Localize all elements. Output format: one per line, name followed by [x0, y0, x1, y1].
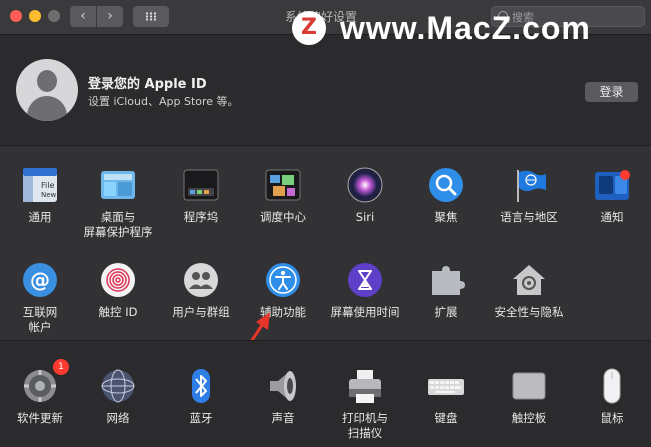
- pane-extensions[interactable]: 扩展: [406, 261, 486, 320]
- title-bar: ‹ › 系统偏好设置 搜索: [0, 0, 651, 35]
- apple-id-subtitle: 设置 iCloud、App Store 等。: [88, 95, 239, 108]
- avatar[interactable]: [16, 59, 78, 121]
- pane-general[interactable]: File New 通用: [0, 166, 80, 225]
- pane-trackpad[interactable]: 触控板: [489, 367, 569, 426]
- pane-label: 语言与地区: [500, 210, 558, 224]
- pane-label: 程序坞: [183, 210, 219, 224]
- language-region-icon: [510, 166, 548, 204]
- pane-dock[interactable]: 程序坞: [161, 166, 241, 225]
- pane-screen-time[interactable]: 屏幕使用时间: [325, 261, 405, 320]
- show-all-button[interactable]: [133, 6, 169, 27]
- search-input[interactable]: 搜索: [491, 6, 645, 27]
- chevron-left-icon: ‹: [80, 8, 86, 24]
- pane-label: Siri: [355, 210, 375, 224]
- pane-notifications[interactable]: 通知: [572, 166, 651, 225]
- apple-id-title[interactable]: 登录您的 Apple ID: [88, 73, 207, 92]
- touch-id-icon: [99, 261, 137, 299]
- pane-label: 桌面与 屏幕保护程序: [83, 210, 153, 239]
- personal-preferences-section: File New 通用 桌面与 屏幕保护程序 程序坞 调度中心 Siri 聚焦 …: [0, 145, 651, 370]
- spotlight-icon: [427, 166, 465, 204]
- sound-icon: [264, 367, 302, 405]
- pane-label: 屏幕使用时间: [330, 305, 400, 319]
- account-section: 登录您的 Apple ID 设置 iCloud、App Store 等。 登录: [0, 35, 651, 145]
- avatar-head-shape: [37, 70, 57, 92]
- trackpad-icon: [510, 367, 548, 405]
- pane-label: 聚焦: [434, 210, 458, 224]
- users-groups-icon: [182, 261, 220, 299]
- dock-icon: [182, 166, 220, 204]
- pane-label: 声音: [271, 411, 295, 425]
- pane-desktop-screensaver[interactable]: 桌面与 屏幕保护程序: [78, 166, 158, 240]
- pane-label: 软件更新: [17, 411, 63, 425]
- svg-text:@: @: [30, 268, 50, 292]
- notifications-icon: [593, 166, 631, 204]
- svg-text:File: File: [41, 181, 54, 190]
- pane-language-region[interactable]: 语言与地区: [489, 166, 569, 225]
- chevron-right-icon: ›: [107, 8, 113, 24]
- printers-scanners-icon: [346, 367, 384, 405]
- general-icon: File New: [21, 166, 59, 204]
- svg-text:New: New: [41, 191, 57, 199]
- pane-label: 扩展: [434, 305, 458, 319]
- pane-label: 通知: [600, 210, 624, 224]
- pane-label: 触控 ID: [98, 305, 138, 319]
- pane-network[interactable]: 网络: [78, 367, 158, 426]
- pane-label: 打印机与 扫描仪: [342, 411, 388, 440]
- pane-sound[interactable]: 声音: [243, 367, 323, 426]
- bluetooth-icon: [182, 367, 220, 405]
- siri-icon: [346, 166, 384, 204]
- pane-keyboard[interactable]: 键盘: [406, 367, 486, 426]
- search-placeholder: 搜索: [512, 11, 534, 24]
- forward-button[interactable]: ›: [97, 6, 123, 27]
- keyboard-icon: [427, 367, 465, 405]
- pane-label: 通用: [28, 210, 52, 224]
- pane-label: 调度中心: [260, 210, 306, 224]
- pane-security-privacy[interactable]: 安全性与隐私: [489, 261, 569, 320]
- pane-label: 安全性与隐私: [494, 305, 564, 319]
- security-privacy-icon: [510, 261, 548, 299]
- pane-mouse[interactable]: 鼠标: [572, 367, 651, 426]
- pane-printers-scanners[interactable]: 打印机与 扫描仪: [325, 367, 405, 441]
- network-icon: [99, 367, 137, 405]
- screen-time-icon: [346, 261, 384, 299]
- pane-software-update[interactable]: 1 软件更新: [0, 359, 80, 426]
- pane-label: 互联网 帐户: [22, 305, 58, 334]
- pane-internet-accounts[interactable]: @ 互联网 帐户: [0, 261, 80, 335]
- pane-siri[interactable]: Siri: [325, 166, 405, 225]
- search-icon: [498, 11, 508, 21]
- zoom-window-button[interactable]: [48, 10, 60, 22]
- window-title: 系统偏好设置: [285, 10, 358, 24]
- mission-control-icon: [264, 166, 302, 204]
- avatar-body-shape: [27, 96, 67, 121]
- pane-label: 键盘: [434, 411, 458, 425]
- desktop-screensaver-icon: [99, 166, 137, 204]
- pane-label: 网络: [106, 411, 130, 425]
- mouse-icon: [593, 367, 631, 405]
- grid-icon: [145, 12, 157, 21]
- pane-label: 触控板: [511, 411, 547, 425]
- update-count-badge: 1: [53, 359, 69, 375]
- pane-spotlight[interactable]: 聚焦: [406, 166, 486, 225]
- extensions-icon: [427, 261, 465, 299]
- pane-label: 鼠标: [600, 411, 624, 425]
- pane-touch-id[interactable]: 触控 ID: [78, 261, 158, 320]
- sign-in-button[interactable]: 登录: [585, 82, 638, 102]
- hardware-preferences-section: 1 软件更新 网络 蓝牙 声音 打印机与 扫描仪 键盘 触控板 鼠标: [0, 340, 651, 447]
- pane-label: 蓝牙: [189, 411, 213, 425]
- pane-mission-control[interactable]: 调度中心: [243, 166, 323, 225]
- pane-bluetooth[interactable]: 蓝牙: [161, 367, 241, 426]
- back-button[interactable]: ‹: [70, 6, 96, 27]
- minimize-window-button[interactable]: [29, 10, 41, 22]
- internet-accounts-icon: @: [21, 261, 59, 299]
- accessibility-icon: [264, 261, 302, 299]
- software-update-icon: 1: [21, 359, 69, 405]
- close-window-button[interactable]: [10, 10, 22, 22]
